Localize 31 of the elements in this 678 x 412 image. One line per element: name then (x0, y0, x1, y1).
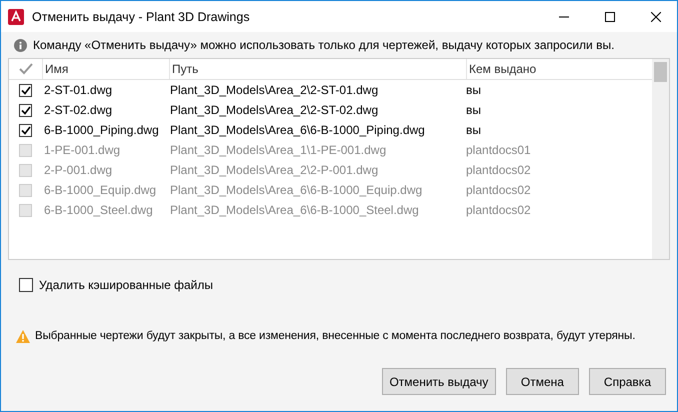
column-header[interactable]: Путь (169, 59, 466, 79)
info-text: Команду «Отменить выдачу» можно использовать только для чертежей, выдачу которых запросили вы. (33, 38, 614, 52)
table-cell-text: 6-B-1000_Piping.dwg (43, 123, 160, 137)
table-cell-text: plantdocs01 (465, 143, 532, 157)
table-cell-text: 6-B-1000_Steel.dwg (43, 203, 154, 217)
column-header[interactable]: Имя (42, 59, 169, 79)
table-cell-text: 2-ST-01.dwg (43, 83, 114, 97)
table-cell-text: plantdocs02 (465, 183, 532, 197)
table-cell-text: Plant_3D_Models\Area_6\6-B-1000_Piping.dwg (169, 123, 426, 137)
table-cell-text: вы (465, 123, 482, 137)
dialog-button[interactable]: Справка (588, 368, 666, 395)
table-cell-text: plantdocs02 (465, 163, 532, 177)
table-cell-text: 6-B-1000_Equip.dwg (43, 183, 158, 197)
table-cell-text: 2-P-001.dwg (43, 163, 114, 177)
table-cell-text: Plant_3D_Models\Area_2\2-ST-01.dwg (169, 83, 380, 97)
table-cell-text: 2-ST-02.dwg (43, 103, 114, 117)
column-header[interactable]: Кем выдано (466, 59, 649, 79)
table-cell-text: Plant_3D_Models\Area_6\6-B-1000_Equip.dwg (169, 183, 424, 197)
window-title: Отменить выдачу - Plant 3D Drawings (32, 10, 251, 24)
table-cell-text: вы (465, 103, 482, 117)
dialog-button[interactable]: Отменить выдачу (382, 368, 496, 395)
table-cell-text: Plant_3D_Models\Area_2\2-ST-02.dwg (169, 103, 380, 117)
table-cell-text: Plant_3D_Models\Area_6\6-B-1000_Steel.dwg (169, 203, 420, 217)
warning-text: Выбранные чертежи будут закрыты, а все изменения, внесенные с момента последнего возврата, будут утеряны. (35, 330, 636, 342)
table-cell-text: Plant_3D_Models\Area_1\1-PE-001.dwg (169, 143, 388, 157)
table-cell-text: Plant_3D_Models\Area_2\2-P-001.dwg (169, 163, 380, 177)
dialog-button[interactable]: Отмена (506, 368, 579, 395)
table-cell-text: вы (465, 83, 482, 97)
table-cell-text: plantdocs02 (465, 203, 532, 217)
checkbox-label: Удалить кэшированные файлы (39, 278, 214, 292)
table-cell-text: 1-PE-001.dwg (43, 143, 122, 157)
